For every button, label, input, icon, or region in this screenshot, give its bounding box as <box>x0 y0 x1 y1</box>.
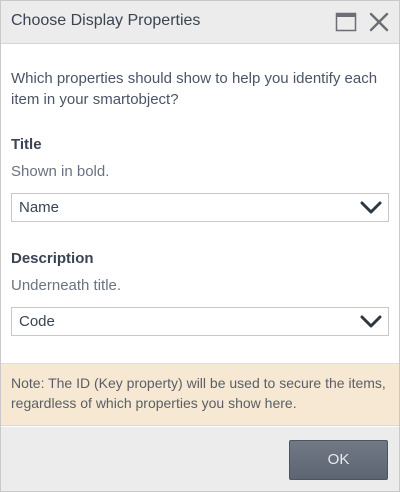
title-field-hint: Shown in bold. <box>11 163 110 180</box>
description-property-select[interactable]: Code <box>11 307 389 336</box>
description-select-value: Code <box>19 313 55 330</box>
choose-display-properties-dialog: Choose Display Properties Which properti… <box>0 0 400 492</box>
security-note-text: Note: The ID (Key property) will be used… <box>11 375 386 411</box>
ok-button[interactable]: OK <box>289 440 388 480</box>
maximize-button[interactable] <box>335 11 357 33</box>
security-note: Note: The ID (Key property) will be used… <box>1 363 399 426</box>
dialog-titlebar: Choose Display Properties <box>1 1 399 44</box>
dialog-title: Choose Display Properties <box>11 12 201 29</box>
close-button[interactable] <box>367 10 391 34</box>
chevron-down-icon <box>360 201 382 214</box>
chevron-down-icon <box>360 315 382 328</box>
close-icon <box>369 12 389 32</box>
title-select-value: Name <box>19 199 60 216</box>
intro-text: Which properties should show to help you… <box>11 70 378 108</box>
description-field-hint: Underneath title. <box>11 277 122 294</box>
title-field-heading: Title <box>11 136 42 153</box>
maximize-icon <box>335 12 357 32</box>
title-property-select[interactable]: Name <box>11 193 389 222</box>
description-field-heading: Description <box>11 250 94 267</box>
dialog-footer: OK <box>1 427 399 491</box>
